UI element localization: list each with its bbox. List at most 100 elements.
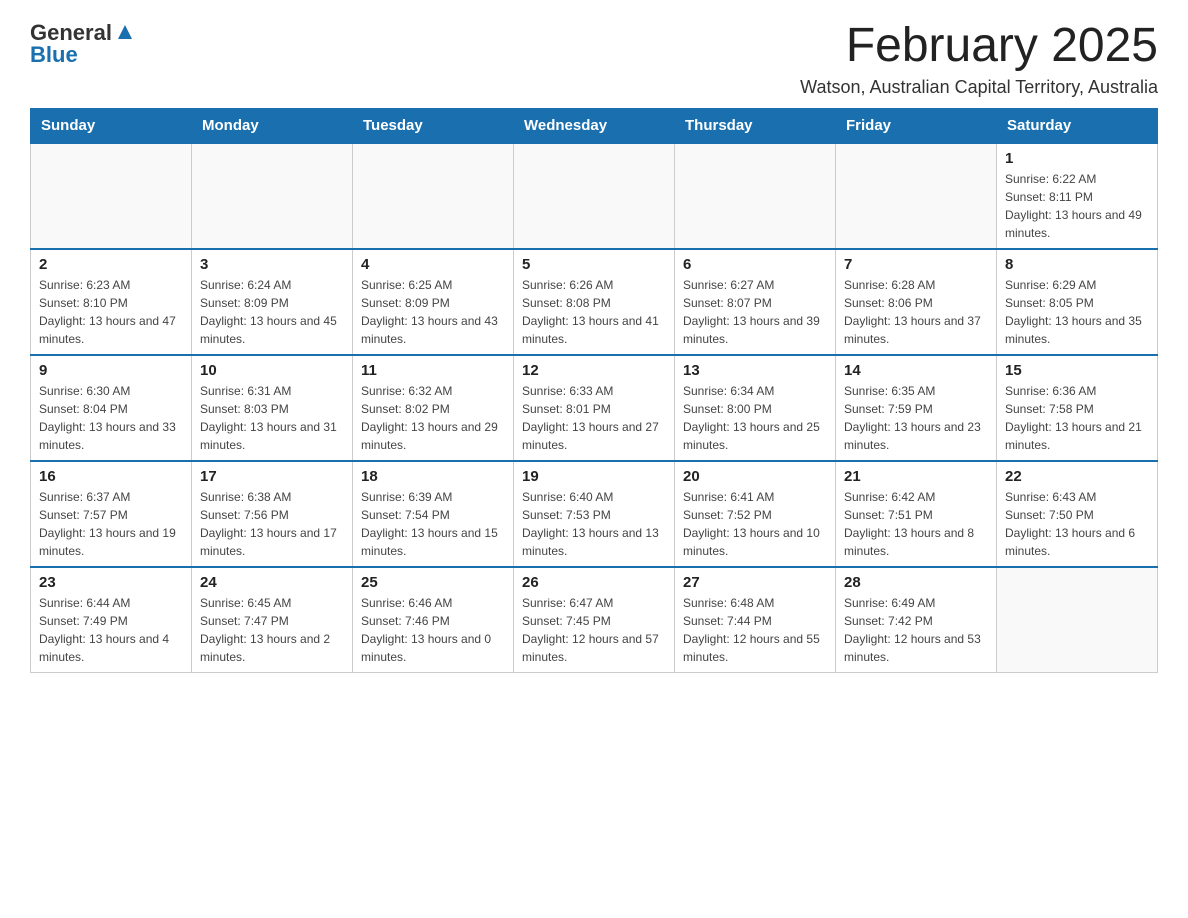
- day-info: Sunrise: 6:30 AM Sunset: 8:04 PM Dayligh…: [39, 382, 183, 454]
- day-number: 24: [200, 574, 344, 591]
- table-row: [192, 143, 353, 249]
- table-row: 14 Sunrise: 6:35 AM Sunset: 7:59 PM Dayli…: [836, 355, 997, 461]
- table-row: [514, 143, 675, 249]
- calendar-week-1: 1 Sunrise: 6:22 AM Sunset: 8:11 PM Daylig…: [31, 143, 1158, 249]
- day-number: 26: [522, 574, 666, 591]
- header-friday: Friday: [836, 108, 997, 143]
- calendar-week-4: 16 Sunrise: 6:37 AM Sunset: 7:57 PM Dayli…: [31, 461, 1158, 567]
- day-number: 17: [200, 468, 344, 485]
- day-number: 8: [1005, 256, 1149, 273]
- day-info: Sunrise: 6:26 AM Sunset: 8:08 PM Dayligh…: [522, 276, 666, 348]
- table-row: 6 Sunrise: 6:27 AM Sunset: 8:07 PM Daylig…: [675, 249, 836, 355]
- table-row: 18 Sunrise: 6:39 AM Sunset: 7:54 PM Dayli…: [353, 461, 514, 567]
- day-info: Sunrise: 6:25 AM Sunset: 8:09 PM Dayligh…: [361, 276, 505, 348]
- header-saturday: Saturday: [997, 108, 1158, 143]
- day-info: Sunrise: 6:40 AM Sunset: 7:53 PM Dayligh…: [522, 488, 666, 560]
- header-thursday: Thursday: [675, 108, 836, 143]
- day-info: Sunrise: 6:32 AM Sunset: 8:02 PM Dayligh…: [361, 382, 505, 454]
- month-title: February 2025: [800, 20, 1158, 73]
- day-info: Sunrise: 6:42 AM Sunset: 7:51 PM Dayligh…: [844, 488, 988, 560]
- day-number: 21: [844, 468, 988, 485]
- day-info: Sunrise: 6:44 AM Sunset: 7:49 PM Dayligh…: [39, 594, 183, 666]
- day-info: Sunrise: 6:49 AM Sunset: 7:42 PM Dayligh…: [844, 594, 988, 666]
- day-number: 12: [522, 362, 666, 379]
- day-info: Sunrise: 6:29 AM Sunset: 8:05 PM Dayligh…: [1005, 276, 1149, 348]
- header-tuesday: Tuesday: [353, 108, 514, 143]
- day-info: Sunrise: 6:45 AM Sunset: 7:47 PM Dayligh…: [200, 594, 344, 666]
- day-number: 2: [39, 256, 183, 273]
- day-number: 5: [522, 256, 666, 273]
- logo-blue-text: Blue: [30, 42, 78, 68]
- day-info: Sunrise: 6:48 AM Sunset: 7:44 PM Dayligh…: [683, 594, 827, 666]
- calendar-week-2: 2 Sunrise: 6:23 AM Sunset: 8:10 PM Daylig…: [31, 249, 1158, 355]
- day-number: 4: [361, 256, 505, 273]
- day-number: 16: [39, 468, 183, 485]
- table-row: 23 Sunrise: 6:44 AM Sunset: 7:49 PM Dayli…: [31, 567, 192, 673]
- table-row: 12 Sunrise: 6:33 AM Sunset: 8:01 PM Dayli…: [514, 355, 675, 461]
- day-info: Sunrise: 6:28 AM Sunset: 8:06 PM Dayligh…: [844, 276, 988, 348]
- day-number: 27: [683, 574, 827, 591]
- logo-triangle-icon: [114, 21, 136, 43]
- table-row: 27 Sunrise: 6:48 AM Sunset: 7:44 PM Dayli…: [675, 567, 836, 673]
- day-info: Sunrise: 6:36 AM Sunset: 7:58 PM Dayligh…: [1005, 382, 1149, 454]
- day-info: Sunrise: 6:39 AM Sunset: 7:54 PM Dayligh…: [361, 488, 505, 560]
- day-info: Sunrise: 6:23 AM Sunset: 8:10 PM Dayligh…: [39, 276, 183, 348]
- day-number: 22: [1005, 468, 1149, 485]
- day-info: Sunrise: 6:46 AM Sunset: 7:46 PM Dayligh…: [361, 594, 505, 666]
- day-number: 9: [39, 362, 183, 379]
- table-row: 25 Sunrise: 6:46 AM Sunset: 7:46 PM Dayli…: [353, 567, 514, 673]
- table-row: [997, 567, 1158, 673]
- table-row: 5 Sunrise: 6:26 AM Sunset: 8:08 PM Daylig…: [514, 249, 675, 355]
- table-row: 1 Sunrise: 6:22 AM Sunset: 8:11 PM Daylig…: [997, 143, 1158, 249]
- day-number: 18: [361, 468, 505, 485]
- table-row: 8 Sunrise: 6:29 AM Sunset: 8:05 PM Daylig…: [997, 249, 1158, 355]
- table-row: 26Sunrise: 6:47 AM Sunset: 7:45 PM Dayli…: [514, 567, 675, 673]
- table-row: 4 Sunrise: 6:25 AM Sunset: 8:09 PM Daylig…: [353, 249, 514, 355]
- page-header: General Blue February 2025 Watson, Austr…: [30, 20, 1158, 98]
- table-row: 20Sunrise: 6:41 AM Sunset: 7:52 PM Dayli…: [675, 461, 836, 567]
- location-subtitle: Watson, Australian Capital Territory, Au…: [800, 77, 1158, 98]
- day-number: 7: [844, 256, 988, 273]
- calendar-table: Sunday Monday Tuesday Wednesday Thursday…: [30, 108, 1158, 673]
- weekday-header-row: Sunday Monday Tuesday Wednesday Thursday…: [31, 108, 1158, 143]
- day-info: Sunrise: 6:35 AM Sunset: 7:59 PM Dayligh…: [844, 382, 988, 454]
- table-row: 19Sunrise: 6:40 AM Sunset: 7:53 PM Dayli…: [514, 461, 675, 567]
- calendar-week-5: 23 Sunrise: 6:44 AM Sunset: 7:49 PM Dayli…: [31, 567, 1158, 673]
- table-row: 3 Sunrise: 6:24 AM Sunset: 8:09 PM Daylig…: [192, 249, 353, 355]
- table-row: [353, 143, 514, 249]
- day-info: Sunrise: 6:31 AM Sunset: 8:03 PM Dayligh…: [200, 382, 344, 454]
- day-number: 14: [844, 362, 988, 379]
- day-number: 1: [1005, 150, 1149, 167]
- day-number: 6: [683, 256, 827, 273]
- day-info: Sunrise: 6:27 AM Sunset: 8:07 PM Dayligh…: [683, 276, 827, 348]
- day-info: Sunrise: 6:33 AM Sunset: 8:01 PM Dayligh…: [522, 382, 666, 454]
- table-row: 7 Sunrise: 6:28 AM Sunset: 8:06 PM Daylig…: [836, 249, 997, 355]
- day-number: 10: [200, 362, 344, 379]
- table-row: [836, 143, 997, 249]
- title-block: February 2025 Watson, Australian Capital…: [800, 20, 1158, 98]
- day-number: 25: [361, 574, 505, 591]
- day-number: 28: [844, 574, 988, 591]
- day-number: 23: [39, 574, 183, 591]
- table-row: 15 Sunrise: 6:36 AM Sunset: 7:58 PM Dayli…: [997, 355, 1158, 461]
- day-info: Sunrise: 6:37 AM Sunset: 7:57 PM Dayligh…: [39, 488, 183, 560]
- day-number: 15: [1005, 362, 1149, 379]
- day-info: Sunrise: 6:24 AM Sunset: 8:09 PM Dayligh…: [200, 276, 344, 348]
- table-row: 24 Sunrise: 6:45 AM Sunset: 7:47 PM Dayli…: [192, 567, 353, 673]
- table-row: 10 Sunrise: 6:31 AM Sunset: 8:03 PM Dayli…: [192, 355, 353, 461]
- table-row: 11Sunrise: 6:32 AM Sunset: 8:02 PM Dayli…: [353, 355, 514, 461]
- day-info: Sunrise: 6:34 AM Sunset: 8:00 PM Dayligh…: [683, 382, 827, 454]
- table-row: 13Sunrise: 6:34 AM Sunset: 8:00 PM Dayli…: [675, 355, 836, 461]
- table-row: 16 Sunrise: 6:37 AM Sunset: 7:57 PM Dayli…: [31, 461, 192, 567]
- table-row: 2 Sunrise: 6:23 AM Sunset: 8:10 PM Daylig…: [31, 249, 192, 355]
- day-number: 20: [683, 468, 827, 485]
- table-row: 21 Sunrise: 6:42 AM Sunset: 7:51 PM Dayli…: [836, 461, 997, 567]
- header-sunday: Sunday: [31, 108, 192, 143]
- table-row: 17 Sunrise: 6:38 AM Sunset: 7:56 PM Dayli…: [192, 461, 353, 567]
- header-wednesday: Wednesday: [514, 108, 675, 143]
- day-info: Sunrise: 6:38 AM Sunset: 7:56 PM Dayligh…: [200, 488, 344, 560]
- day-number: 3: [200, 256, 344, 273]
- table-row: [31, 143, 192, 249]
- table-row: 22Sunrise: 6:43 AM Sunset: 7:50 PM Dayli…: [997, 461, 1158, 567]
- day-info: Sunrise: 6:22 AM Sunset: 8:11 PM Dayligh…: [1005, 170, 1149, 242]
